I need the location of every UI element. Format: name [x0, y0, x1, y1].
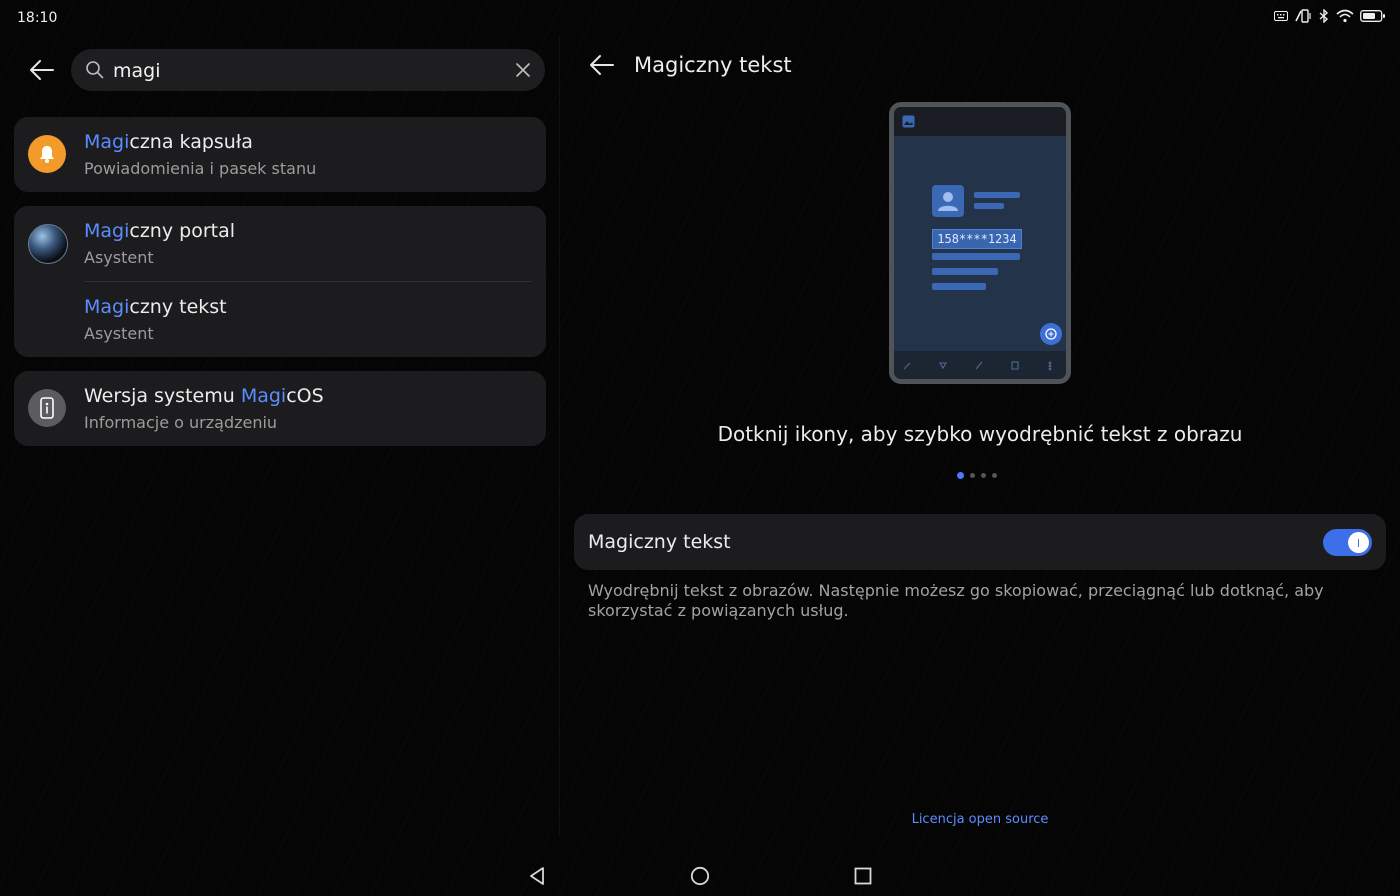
keyboard-icon — [1274, 10, 1288, 22]
result-card: Magiczna kapsuła Powiadomienia i pasek s… — [14, 117, 546, 192]
arrow-left-icon — [590, 55, 614, 75]
image-icon — [902, 115, 915, 128]
pane-divider — [559, 36, 560, 836]
back-button[interactable] — [22, 50, 62, 90]
illustration-screen: 158****1234 — [894, 107, 1066, 379]
wifi-icon — [1336, 9, 1354, 23]
search-input[interactable] — [111, 55, 495, 87]
nav-back-button[interactable] — [521, 860, 553, 892]
avatar-icon — [932, 185, 964, 217]
illustration-topbar — [894, 107, 1066, 136]
battery-icon — [1360, 9, 1386, 23]
bluetooth-icon — [1318, 9, 1330, 23]
magic-text-toggle[interactable] — [1323, 529, 1372, 556]
illustration-toolbar — [894, 351, 1066, 379]
pager-dot[interactable] — [970, 473, 975, 478]
illustration-number: 158****1234 — [932, 229, 1022, 249]
pager-dot[interactable] — [981, 473, 986, 478]
result-subtitle: Powiadomienia i pasek stanu — [84, 159, 317, 178]
illustration-line — [932, 283, 986, 290]
result-title: Magiczny tekst — [84, 296, 227, 318]
result-card: Wersja systemu MagicOS Informacje o urzą… — [14, 371, 546, 446]
result-title: Magiczna kapsuła — [84, 131, 253, 153]
triangle-back-icon — [530, 867, 544, 885]
arrow-left-icon — [30, 60, 54, 80]
feature-caption: Dotknij ikony, aby szybko wyodrębnić tek… — [717, 422, 1243, 446]
page-title: Magiczny tekst — [634, 53, 792, 77]
bell-icon — [28, 135, 66, 173]
toolbar-icons — [903, 361, 1052, 371]
result-item-magiczny-tekst[interactable]: Magiczny tekst Asystent — [14, 282, 546, 357]
toggle-knob — [1348, 532, 1369, 553]
nav-home-button[interactable] — [684, 860, 716, 892]
result-subtitle: Asystent — [84, 248, 154, 267]
status-icons — [1274, 9, 1386, 23]
result-subtitle: Informacje o urządzeniu — [84, 413, 278, 432]
open-source-license-link[interactable]: Licencja open source — [574, 812, 1386, 827]
result-title: Magiczny portal — [84, 220, 236, 242]
result-card: Magiczny portal Asystent Magiczny tekst … — [14, 206, 546, 357]
result-item-wersja-magicos[interactable]: Wersja systemu MagicOS Informacje o urzą… — [14, 371, 546, 446]
result-title: Wersja systemu MagicOS — [84, 385, 324, 407]
pager-dot[interactable] — [992, 473, 997, 478]
close-icon[interactable] — [515, 62, 531, 82]
status-bar: 18:10 — [0, 0, 1400, 36]
sphere-icon — [28, 224, 68, 264]
search-box[interactable] — [71, 49, 545, 91]
illustration-line — [974, 192, 1020, 198]
circle-home-icon — [690, 866, 710, 886]
detail-back-button[interactable] — [582, 45, 622, 85]
square-recents-icon — [854, 867, 872, 885]
nav-recents-button[interactable] — [847, 860, 879, 892]
pager-dots[interactable] — [957, 472, 997, 479]
illustration-line — [932, 253, 1020, 260]
pager-dot-active[interactable] — [957, 472, 964, 479]
magic-text-setting[interactable]: Magiczny tekst — [574, 514, 1386, 570]
illustration-line — [932, 268, 998, 275]
setting-description: Wyodrębnij tekst z obrazów. Następnie mo… — [588, 581, 1324, 620]
illustration-line — [974, 203, 1004, 209]
result-item-magiczny-portal[interactable]: Magiczny portal Asystent — [14, 206, 546, 281]
feature-illustration: 158****1234 — [889, 102, 1071, 384]
result-subtitle: Asystent — [84, 324, 154, 343]
setting-label: Magiczny tekst — [588, 531, 731, 553]
scan-text-icon — [1040, 323, 1062, 345]
info-icon — [28, 389, 66, 427]
vibrate-icon — [1294, 9, 1312, 23]
status-time: 18:10 — [17, 10, 58, 26]
search-icon — [85, 60, 105, 84]
result-item-magiczna-kapsula[interactable]: Magiczna kapsuła Powiadomienia i pasek s… — [14, 117, 546, 192]
